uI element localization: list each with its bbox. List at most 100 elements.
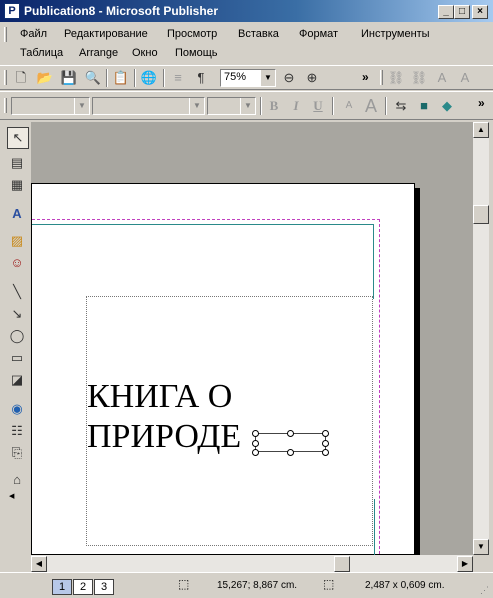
size-icon: ⬚: [323, 577, 335, 591]
autoshapes-tool-icon[interactable]: ◪: [7, 370, 27, 390]
menu-edit[interactable]: Редактирование: [64, 27, 148, 42]
style-dropdown-arrow[interactable]: ▼: [74, 98, 89, 114]
paste-icon[interactable]: 📋: [111, 68, 131, 88]
publisher-app-icon[interactable]: P: [4, 3, 20, 19]
top-margin-guide: [32, 219, 380, 220]
page-tab-1[interactable]: 1: [52, 579, 72, 595]
menu-insert[interactable]: Вставка: [238, 27, 279, 42]
html-fragment-tool-icon[interactable]: ⎘: [7, 443, 27, 463]
heading-line-2: ПРИРОДЕ: [87, 418, 242, 455]
menu-grip[interactable]: [4, 27, 7, 42]
font-select[interactable]: ▼: [92, 97, 205, 115]
menu-tools[interactable]: Инструменты: [361, 27, 430, 42]
toolbar-overflow-chevron[interactable]: »: [362, 70, 369, 84]
table-tool-icon[interactable]: ▦: [7, 175, 27, 195]
resize-handle-mr[interactable]: [322, 440, 329, 447]
page-tab-2[interactable]: 2: [73, 579, 93, 595]
oval-tool-icon[interactable]: ◯: [7, 326, 27, 346]
text-box-tool-icon[interactable]: ▤: [7, 153, 27, 173]
arrow-tool-icon[interactable]: ↘: [7, 304, 27, 324]
font-dropdown-arrow[interactable]: ▼: [189, 98, 204, 114]
rectangle-tool-icon[interactable]: ▭: [7, 348, 27, 368]
menu-file[interactable]: Файл: [20, 27, 47, 42]
form-control-tool-icon[interactable]: ☷: [7, 421, 27, 441]
link-frames-icon[interactable]: ⛓: [386, 68, 406, 88]
horizontal-scroll-thumb[interactable]: [334, 556, 350, 572]
zoom-value: 75%: [224, 71, 247, 83]
style-select[interactable]: ▼: [11, 97, 90, 115]
line-spacing-icon[interactable]: ⇆: [391, 96, 411, 116]
menu-table[interactable]: Таблица: [20, 46, 63, 61]
font-size-select[interactable]: ▼: [207, 97, 256, 115]
document-heading[interactable]: КНИГА О ПРИРОДЕ: [87, 377, 241, 457]
zoom-out-icon[interactable]: ⊖: [279, 68, 299, 88]
decrease-font-icon[interactable]: A: [339, 96, 359, 116]
print-preview-icon[interactable]: 🔍: [83, 68, 103, 88]
resize-grip[interactable]: ⋰: [480, 585, 489, 596]
horizontal-scrollbar[interactable]: ◀ ▶: [31, 555, 473, 572]
menu-bar-row2: Таблица Arrange Окно Помощь: [0, 44, 493, 63]
resize-handle-tl[interactable]: [252, 430, 259, 437]
3d-style-icon[interactable]: ◆: [437, 96, 457, 116]
bold-button[interactable]: B: [264, 96, 284, 116]
menu-help[interactable]: Помощь: [175, 46, 218, 61]
italic-button[interactable]: I: [286, 96, 306, 116]
right-layout-guide: [373, 224, 374, 299]
zoom-dropdown-arrow[interactable]: ▼: [260, 70, 275, 86]
right-margin-guide: [379, 219, 380, 555]
objects-toolbar-more-arrow[interactable]: ◀: [9, 492, 14, 500]
page-shadow: [415, 188, 420, 555]
scroll-down-button[interactable]: ▼: [473, 539, 489, 555]
open-folder-icon[interactable]: 📂: [35, 68, 55, 88]
resize-handle-ml[interactable]: [252, 440, 259, 447]
design-gallery-icon[interactable]: ⌂: [7, 470, 27, 490]
hot-spot-tool-icon[interactable]: ◉: [7, 399, 27, 419]
new-document-icon[interactable]: 🗋: [11, 68, 31, 88]
save-icon[interactable]: 💾: [59, 68, 79, 88]
page-tab-3[interactable]: 3: [94, 579, 114, 595]
maximize-button[interactable]: □: [454, 5, 470, 19]
minimize-button[interactable]: _: [438, 5, 454, 19]
fill-color-icon[interactable]: ■: [414, 96, 434, 116]
object-size: 2,487 x 0,609 cm.: [365, 580, 445, 591]
menu-arrange[interactable]: Arrange: [79, 46, 118, 61]
toolbar-grip[interactable]: [4, 70, 7, 85]
next-frame-icon[interactable]: A: [455, 68, 475, 88]
pointer-tool-icon[interactable]: ↖: [7, 127, 29, 149]
menu-view[interactable]: Просмотр: [167, 27, 217, 42]
vertical-scroll-thumb[interactable]: [473, 205, 489, 224]
menu-window[interactable]: Окно: [132, 46, 158, 61]
heading-line-1: КНИГА О: [87, 378, 233, 415]
paragraph-marks-icon[interactable]: ¶: [191, 68, 211, 88]
close-button[interactable]: ×: [472, 5, 488, 19]
columns-icon[interactable]: ≡: [168, 68, 188, 88]
vertical-scrollbar[interactable]: ▲ ▼: [473, 122, 489, 555]
line-tool-icon[interactable]: ╲: [7, 282, 27, 302]
scroll-up-button[interactable]: ▲: [473, 122, 489, 138]
format-toolbar-overflow-chevron[interactable]: »: [478, 96, 485, 110]
scroll-left-button[interactable]: ◀: [31, 556, 47, 572]
picture-frame-tool-icon[interactable]: ▨: [7, 231, 27, 251]
publication-workspace[interactable]: КНИГА О ПРИРОДЕ: [31, 122, 473, 555]
unlink-frames-icon[interactable]: ⛓: [409, 68, 429, 88]
zoom-in-icon[interactable]: ⊕: [302, 68, 322, 88]
resize-handle-bl[interactable]: [252, 449, 259, 456]
wordart-tool-icon[interactable]: A: [7, 204, 27, 224]
insert-hyperlink-icon[interactable]: 🌐: [139, 68, 159, 88]
resize-handle-bc[interactable]: [287, 449, 294, 456]
previous-frame-icon[interactable]: A: [432, 68, 452, 88]
resize-handle-tr[interactable]: [322, 430, 329, 437]
scroll-right-button[interactable]: ▶: [457, 556, 473, 572]
object-position: 15,267; 8,867 cm.: [217, 580, 298, 591]
resize-handle-tc[interactable]: [287, 430, 294, 437]
toolbar-grip-3[interactable]: [4, 98, 7, 113]
menu-format[interactable]: Формат: [299, 27, 338, 42]
toolbar-grip-2[interactable]: [380, 70, 383, 85]
resize-handle-br[interactable]: [322, 449, 329, 456]
underline-button[interactable]: U: [308, 96, 328, 116]
increase-font-icon[interactable]: A: [361, 96, 381, 116]
clip-art-tool-icon[interactable]: ☺: [7, 253, 27, 273]
right-layout-guide-lower: [374, 499, 375, 555]
size-dropdown-arrow[interactable]: ▼: [240, 98, 255, 114]
zoom-select[interactable]: 75% ▼: [220, 69, 276, 87]
